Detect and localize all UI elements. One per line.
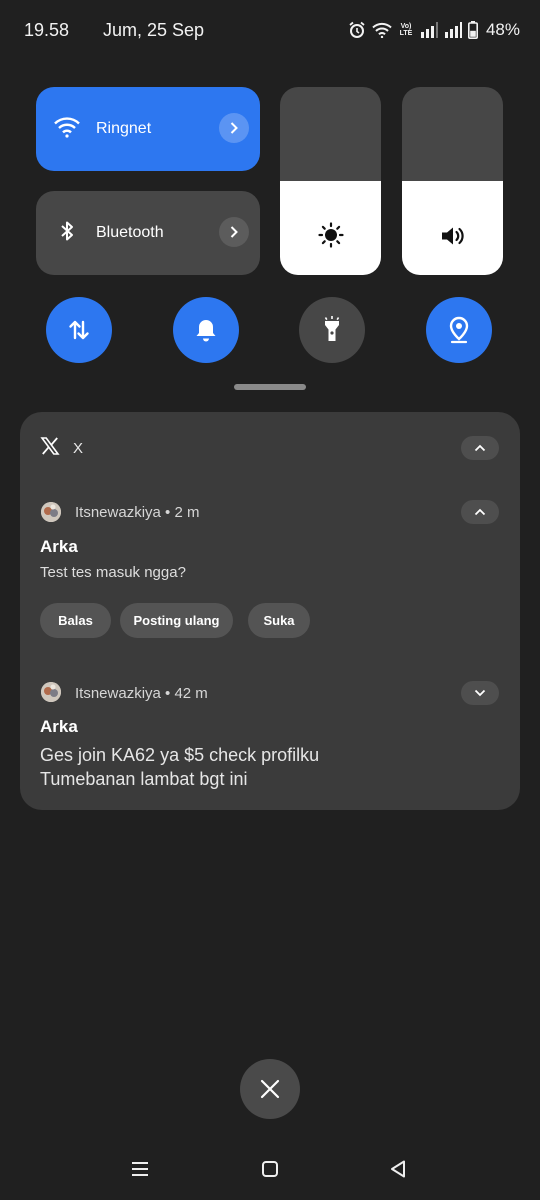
notification-sender: Arka [40,717,78,736]
home-icon [262,1161,278,1177]
notification-message-line: Ges join KA62 ya $5 check profilku [40,745,320,765]
alarm-icon [348,21,366,39]
speaker-icon [440,224,466,253]
like-button[interactable]: Suka [248,603,310,638]
notification-sender: Arka [40,537,78,556]
chevron-down-icon [474,689,486,697]
notification-app-header: X [40,436,83,461]
status-time: 19.58 [24,20,70,40]
location-toggle[interactable] [426,297,492,363]
chevron-right-icon [230,122,238,134]
avatar [41,502,61,522]
wifi-details-button[interactable] [219,113,249,143]
signal-icon [420,22,438,38]
bluetooth-details-button[interactable] [219,217,249,247]
notification-meta: Itsnewazkiya • 42 m [75,685,208,702]
bluetooth-icon [54,219,80,248]
notification-message-line: Tumebanan lambat bgt ini [40,769,248,789]
bluetooth-tile[interactable]: Bluetooth [36,191,260,275]
battery-icon [467,21,478,39]
volume-slider[interactable] [402,87,503,275]
avatar [41,682,61,702]
home-button[interactable] [252,1152,288,1186]
notification-group-x[interactable]: X Itsnewazkiya • 2 m Arka Test tes masuk… [20,412,520,810]
clear-all-button[interactable] [240,1059,300,1119]
brightness-slider[interactable] [280,87,381,275]
status-icons: Vo) LTE 48% [348,18,520,42]
flashlight-icon [324,316,340,341]
recents-button[interactable] [122,1152,158,1186]
notification-app-name: X [73,440,84,457]
back-icon [391,1160,405,1178]
chevron-up-icon [474,508,486,516]
wifi-icon [54,116,80,143]
x-logo-icon [40,436,60,461]
chevron-up-icon [474,444,486,452]
flashlight-toggle[interactable] [299,297,365,363]
signal-icon [444,22,462,38]
panel-drag-handle[interactable] [234,384,306,390]
data-transfer-icon [69,320,89,340]
back-button[interactable] [380,1152,416,1186]
wifi-tile[interactable]: Ringnet [36,87,260,171]
volte-icon: Vo) LTE [399,23,413,37]
bell-icon [196,320,216,342]
notification-message: Test tes masuk ngga? [40,564,186,581]
sound-toggle[interactable] [173,297,239,363]
close-icon [260,1079,280,1099]
collapse-notification-button[interactable] [461,500,499,524]
mobile-data-toggle[interactable] [46,297,112,363]
status-date: Jum, 25 Sep [103,20,205,40]
expand-notification-button[interactable] [461,681,499,705]
recents-icon [132,1162,148,1176]
chevron-right-icon [230,226,238,238]
bluetooth-label: Bluetooth [96,224,164,241]
battery-percent: 48% [485,20,520,39]
notification-meta: Itsnewazkiya • 2 m [75,504,200,521]
repost-button[interactable]: Posting ulang [120,603,233,638]
collapse-group-button[interactable] [461,436,499,460]
sun-icon [317,222,344,253]
location-pin-icon [449,316,469,344]
wifi-network-name: Ringnet [96,120,152,137]
reply-button[interactable]: Balas [40,603,111,638]
wifi-icon [372,22,392,38]
